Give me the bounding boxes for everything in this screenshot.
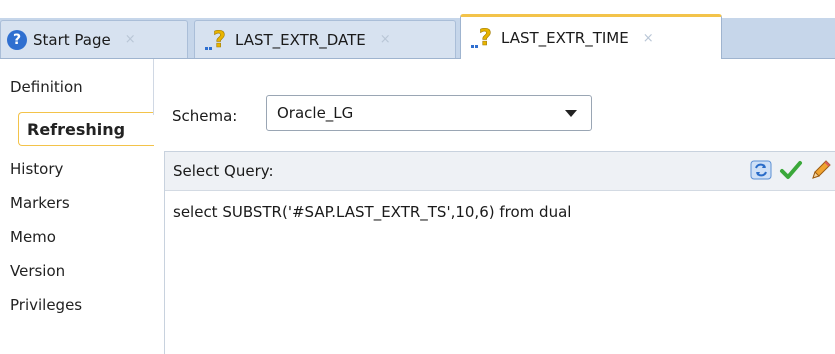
- sidebar-item-privileges[interactable]: Privileges: [0, 290, 152, 320]
- sidebar-item-label: Refreshing: [27, 119, 126, 139]
- sidebar-item-memo[interactable]: Memo: [0, 222, 152, 252]
- question-mark-icon: ?: [203, 25, 229, 55]
- tab-label: Start Page: [33, 30, 111, 49]
- sidebar-item-refreshing[interactable]: Refreshing: [18, 112, 154, 146]
- editor-tab-bar: ? Start Page × ? LAST_EXTR_DATE × ? LAST…: [0, 0, 835, 59]
- sidebar-nav: Definition Refreshing History Markers Me…: [0, 59, 154, 354]
- tab-close-icon[interactable]: ×: [643, 31, 654, 46]
- sidebar-item-label: Privileges: [10, 296, 83, 314]
- edit-pencil-icon[interactable]: [809, 158, 833, 182]
- schema-label: Schema:: [172, 107, 238, 125]
- select-query-panel: Select Query: select SUBSTR('#SAP.LAST_E…: [164, 151, 835, 354]
- schema-selected-value: Oracle_LG: [277, 104, 354, 122]
- select-query-editor[interactable]: select SUBSTR('#SAP.LAST_EXTR_TS',10,6) …: [173, 203, 571, 221]
- question-mark-icon: ?: [469, 23, 495, 53]
- schema-dropdown[interactable]: Oracle_LG: [266, 95, 592, 131]
- validate-check-icon[interactable]: [779, 158, 803, 182]
- help-icon: ?: [7, 29, 27, 50]
- sidebar-item-label: Memo: [10, 228, 56, 246]
- tab-start-page[interactable]: ? Start Page ×: [0, 20, 188, 58]
- tab-close-icon[interactable]: ×: [125, 32, 136, 47]
- refreshing-panel: Schema: Oracle_LG Select Query: select S…: [154, 59, 835, 354]
- sidebar-item-label: Version: [10, 262, 66, 280]
- tab-last-extr-time[interactable]: ? LAST_EXTR_TIME ×: [460, 14, 722, 59]
- sidebar-item-history[interactable]: History: [0, 154, 152, 184]
- select-query-header: Select Query:: [165, 152, 835, 191]
- sidebar-item-label: Definition: [10, 78, 83, 96]
- select-query-label: Select Query:: [173, 162, 274, 180]
- tab-last-extr-date[interactable]: ? LAST_EXTR_DATE ×: [194, 20, 456, 58]
- svg-text:?: ?: [479, 26, 492, 51]
- tab-label: LAST_EXTR_TIME: [501, 29, 629, 47]
- tab-label: LAST_EXTR_DATE: [235, 30, 366, 49]
- sidebar-item-markers[interactable]: Markers: [0, 188, 152, 218]
- sidebar-item-label: Markers: [10, 194, 70, 212]
- sidebar-item-version[interactable]: Version: [0, 256, 152, 286]
- tab-close-icon[interactable]: ×: [380, 32, 391, 47]
- sidebar-item-label: History: [10, 160, 64, 178]
- refresh-icon[interactable]: [749, 158, 773, 182]
- svg-text:?: ?: [213, 28, 226, 53]
- chevron-down-icon[interactable]: [565, 109, 577, 117]
- sidebar-item-definition[interactable]: Definition: [0, 72, 152, 102]
